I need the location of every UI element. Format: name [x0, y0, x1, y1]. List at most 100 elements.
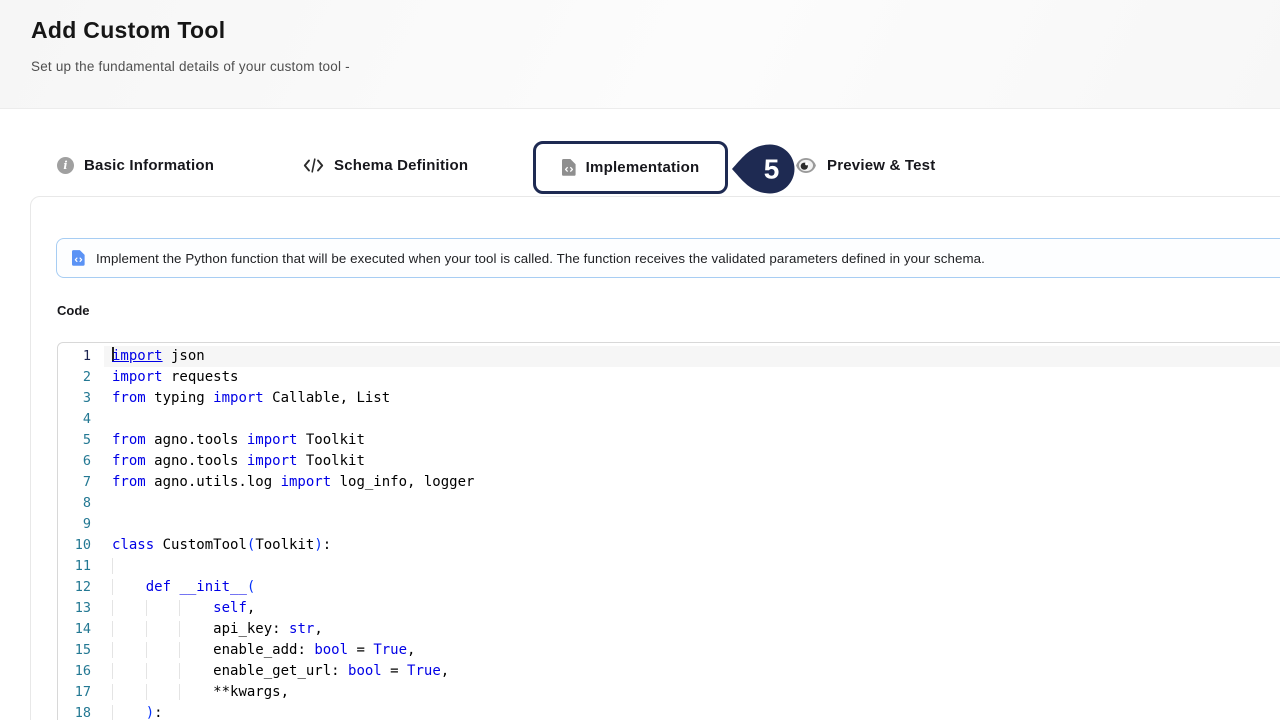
line-number: 4	[58, 409, 104, 430]
tab-label: Basic Information	[84, 157, 214, 174]
code-token: CustomTool	[154, 537, 247, 553]
code-token: =	[348, 642, 373, 658]
line-number: 11	[58, 556, 104, 577]
tab-schema-definition[interactable]: Schema Definition	[303, 152, 468, 178]
code-token: str	[289, 621, 314, 637]
code-line-16[interactable]: 16 enable_get_url: bool = True,	[58, 661, 1280, 682]
code-token	[112, 684, 146, 700]
code-line-text	[104, 409, 1280, 430]
code-token: Toolkit	[297, 453, 364, 469]
code-token: import	[281, 474, 332, 490]
code-line-text: enable_get_url: bool = True,	[104, 661, 1280, 682]
code-token	[179, 684, 213, 700]
code-line-text: self,	[104, 598, 1280, 619]
code-token: agno.tools	[146, 432, 247, 448]
code-token: log_info, logger	[331, 474, 474, 490]
code-editor[interactable]: 1import json2import requests3from typing…	[57, 342, 1280, 720]
code-line-12[interactable]: 12 def __init__(	[58, 577, 1280, 598]
code-token: class	[112, 537, 154, 553]
code-line-text: **kwargs,	[104, 682, 1280, 703]
annotation-marker-5: 5	[730, 143, 796, 195]
code-line-13[interactable]: 13 self,	[58, 598, 1280, 619]
code-token	[112, 558, 146, 574]
code-line-text: enable_add: bool = True,	[104, 640, 1280, 661]
code-token: import	[112, 348, 163, 364]
tab-preview-test[interactable]: Preview & Test	[795, 152, 935, 178]
code-token: from	[112, 432, 146, 448]
code-token: from	[112, 453, 146, 469]
code-token: :	[323, 537, 331, 553]
code-token: ,	[314, 621, 322, 637]
code-token	[112, 579, 146, 595]
code-token: self	[213, 600, 247, 616]
code-line-2[interactable]: 2import requests	[58, 367, 1280, 388]
code-token: import	[247, 453, 298, 469]
line-number: 5	[58, 430, 104, 451]
code-line-11[interactable]: 11	[58, 556, 1280, 577]
code-token	[179, 600, 213, 616]
code-token: ,	[441, 663, 449, 679]
code-line-text: class CustomTool(Toolkit):	[104, 535, 1280, 556]
info-icon: i	[57, 157, 74, 174]
code-token: True	[373, 642, 407, 658]
code-token: enable_get_url:	[213, 663, 348, 679]
code-line-6[interactable]: 6from agno.tools import Toolkit	[58, 451, 1280, 472]
code-line-5[interactable]: 5from agno.tools import Toolkit	[58, 430, 1280, 451]
code-line-4[interactable]: 4	[58, 409, 1280, 430]
code-token: import	[112, 369, 163, 385]
code-line-text	[104, 493, 1280, 514]
code-line-1[interactable]: 1import json	[58, 346, 1280, 367]
code-token: bool	[348, 663, 382, 679]
code-token	[146, 642, 180, 658]
code-line-text	[104, 514, 1280, 535]
code-line-18[interactable]: 18 ):	[58, 703, 1280, 720]
code-token: )	[146, 705, 154, 720]
page-header: Add Custom Tool Set up the fundamental d…	[0, 0, 1280, 109]
marker-label: 5	[764, 154, 780, 185]
code-token	[179, 621, 213, 637]
tab-label: Preview & Test	[827, 157, 935, 174]
code-token	[146, 621, 180, 637]
code-line-text: from typing import Callable, List	[104, 388, 1280, 409]
code-line-14[interactable]: 14 api_key: str,	[58, 619, 1280, 640]
code-token: import	[247, 432, 298, 448]
code-token: bool	[314, 642, 348, 658]
code-editor-rows: 1import json2import requests3from typing…	[58, 346, 1280, 720]
line-number: 14	[58, 619, 104, 640]
eye-icon	[795, 157, 817, 174]
line-number: 8	[58, 493, 104, 514]
line-number: 16	[58, 661, 104, 682]
code-line-3[interactable]: 3from typing import Callable, List	[58, 388, 1280, 409]
line-number: 9	[58, 514, 104, 535]
line-number: 15	[58, 640, 104, 661]
code-token: typing	[146, 390, 213, 406]
code-line-7[interactable]: 7from agno.utils.log import log_info, lo…	[58, 472, 1280, 493]
code-line-17[interactable]: 17 **kwargs,	[58, 682, 1280, 703]
code-line-text: from agno.tools import Toolkit	[104, 430, 1280, 451]
code-line-8[interactable]: 8	[58, 493, 1280, 514]
code-line-text: import requests	[104, 367, 1280, 388]
code-token: (	[247, 579, 255, 595]
tab-implementation[interactable]: Implementation	[533, 141, 728, 194]
line-number: 1	[58, 346, 104, 367]
code-line-15[interactable]: 15 enable_add: bool = True,	[58, 640, 1280, 661]
code-token: =	[382, 663, 407, 679]
code-token	[112, 663, 146, 679]
code-token: requests	[163, 369, 239, 385]
page-subtitle: Set up the fundamental details of your c…	[31, 59, 350, 74]
page-title: Add Custom Tool	[31, 17, 225, 44]
code-token: True	[407, 663, 441, 679]
code-token	[112, 642, 146, 658]
code-line-10[interactable]: 10class CustomTool(Toolkit):	[58, 535, 1280, 556]
add-custom-tool-page: Add Custom Tool Set up the fundamental d…	[0, 0, 1280, 720]
code-line-text: import json	[104, 346, 1280, 367]
code-token: ,	[407, 642, 415, 658]
code-token: **kwargs,	[213, 684, 289, 700]
code-token: from	[112, 390, 146, 406]
tab-basic-information[interactable]: i Basic Information	[57, 152, 214, 178]
code-token	[146, 684, 180, 700]
code-token	[179, 663, 213, 679]
code-line-text: ):	[104, 703, 1280, 720]
code-line-9[interactable]: 9	[58, 514, 1280, 535]
code-line-text	[104, 556, 1280, 577]
